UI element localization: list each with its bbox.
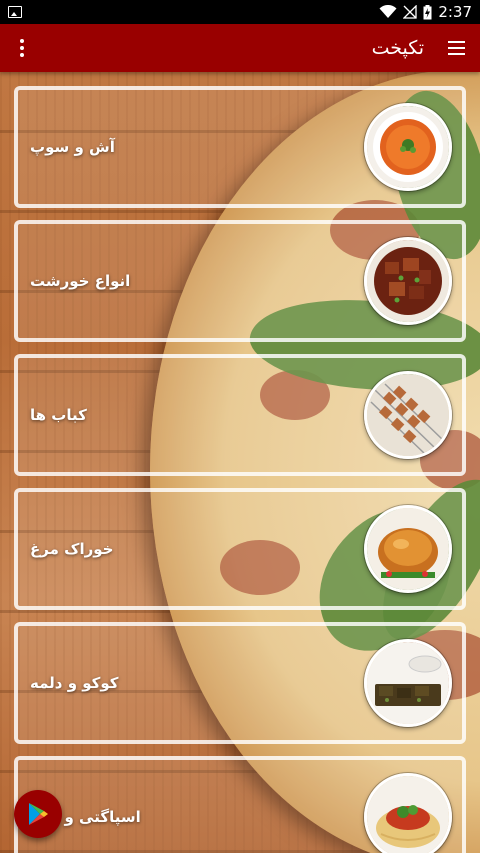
- more-vertical-icon[interactable]: [10, 33, 34, 63]
- spaghetti-image: [364, 773, 452, 853]
- kebab-skewers-image: [364, 371, 452, 459]
- status-time: 2:37: [438, 3, 472, 21]
- category-card-kebab[interactable]: کباب ها: [14, 354, 466, 476]
- stew-image: [364, 237, 452, 325]
- wifi-icon: [379, 5, 397, 18]
- kuku-image: [364, 639, 452, 727]
- category-label: کوکو و دلمه: [30, 674, 119, 692]
- battery-charging-icon: [423, 4, 432, 19]
- category-label: کباب ها: [30, 406, 87, 424]
- category-label: خوراک مرغ: [30, 540, 114, 558]
- category-card-soup[interactable]: آش و سوپ: [14, 86, 466, 208]
- no-signal-icon: [403, 5, 417, 19]
- category-card-spaghetti[interactable]: اسپاگتی و ماکا: [14, 756, 466, 853]
- status-left: [8, 6, 22, 18]
- app-bar: تکپخت: [0, 24, 480, 72]
- category-card-chicken[interactable]: خوراک مرغ: [14, 488, 466, 610]
- category-label: آش و سوپ: [30, 138, 115, 156]
- status-right: 2:37: [379, 3, 472, 21]
- category-label: انواع خورشت: [30, 272, 131, 290]
- category-list: آش و سوپ انواع خورشت کباب ها خوراک مرغ ک…: [14, 86, 466, 853]
- app-title-wrap: تکپخت: [372, 34, 470, 62]
- screen: 2:37 تکپخت آش و سوپ انواع خورشت کباب ها …: [0, 0, 480, 853]
- hamburger-menu-icon[interactable]: [442, 34, 470, 62]
- category-card-stew[interactable]: انواع خورشت: [14, 220, 466, 342]
- image-notification-icon: [8, 6, 22, 18]
- soup-bowl-image: [364, 103, 452, 191]
- app-title: تکپخت: [371, 37, 424, 59]
- play-store-icon: [29, 803, 48, 825]
- roast-chicken-image: [364, 505, 452, 593]
- category-card-kuku[interactable]: کوکو و دلمه: [14, 622, 466, 744]
- status-bar: 2:37: [0, 0, 480, 24]
- play-store-button[interactable]: [14, 790, 62, 838]
